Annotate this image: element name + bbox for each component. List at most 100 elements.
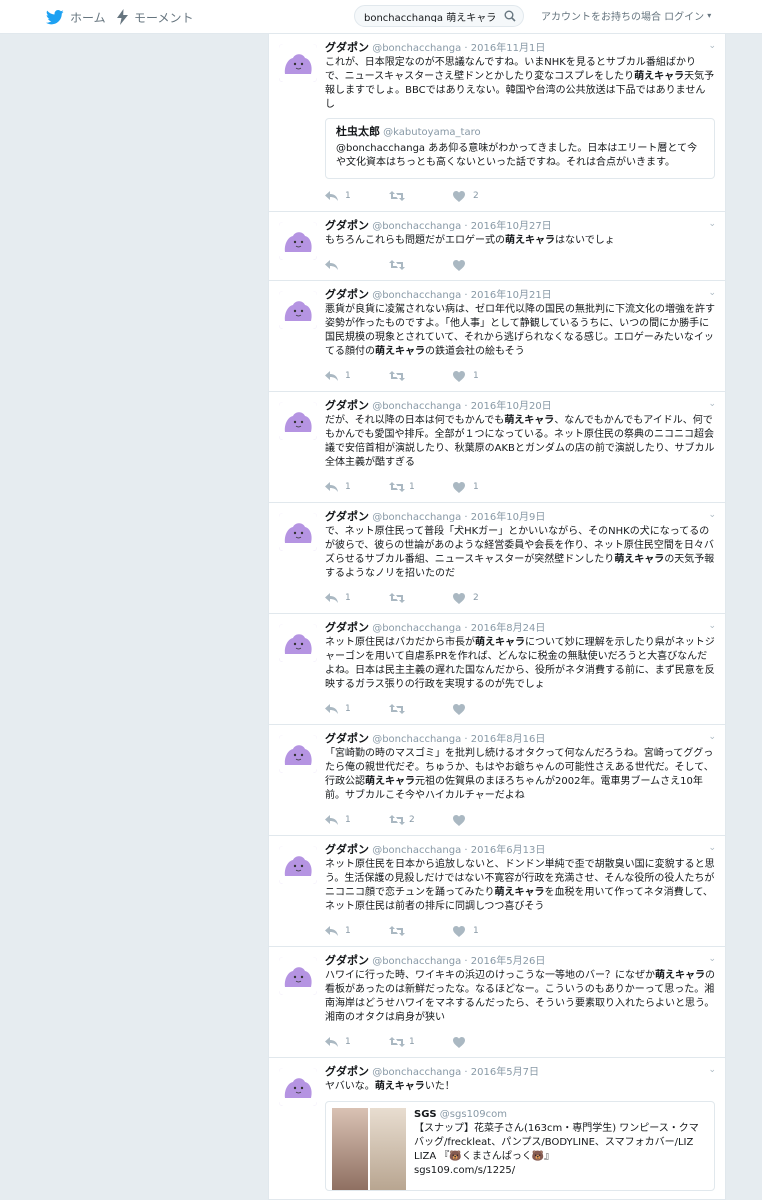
avatar[interactable] <box>279 957 317 995</box>
tweet[interactable]: ⌄ グダポン @bonchacchanga · 2016年5月26日 ハワイに行った… <box>269 947 725 1058</box>
like-button[interactable]: 2 <box>453 592 517 604</box>
avatar[interactable] <box>279 624 317 662</box>
like-button[interactable] <box>453 259 517 271</box>
twitter-bird-icon <box>46 9 64 25</box>
tweet-date[interactable]: 2016年8月24日 <box>471 623 546 634</box>
link-card[interactable]: SGS @sgs109com 【スナップ】花菜子さん(163cm・専門学生) ワン… <box>325 1101 715 1191</box>
avatar[interactable] <box>279 1068 317 1106</box>
author-name[interactable]: グダポン <box>325 1065 369 1078</box>
search-icon[interactable] <box>504 10 516 22</box>
card-author-name: SGS <box>414 1109 437 1120</box>
author-handle[interactable]: @bonchacchanga <box>372 290 461 301</box>
author-name[interactable]: グダポン <box>325 843 369 856</box>
chevron-down-icon[interactable]: ⌄ <box>708 219 716 229</box>
author-name[interactable]: グダポン <box>325 510 369 523</box>
chevron-down-icon[interactable]: ⌄ <box>708 1065 716 1075</box>
card-url[interactable]: sgs109.com/s/1225/ <box>414 1164 706 1178</box>
avatar[interactable] <box>279 513 317 551</box>
keyword-highlight: 萌えキャラ <box>505 235 555 246</box>
author-handle[interactable]: @bonchacchanga <box>372 43 461 54</box>
tweet[interactable]: ⌄ グダポン @bonchacchanga · 2016年6月13日 ネット原住民を… <box>269 836 725 947</box>
search-input[interactable] <box>364 10 504 22</box>
retweet-button[interactable] <box>389 926 453 936</box>
author-handle[interactable]: @bonchacchanga <box>372 512 461 523</box>
reply-button[interactable]: 1 <box>325 593 389 603</box>
reply-button[interactable]: 1 <box>325 482 389 492</box>
nav-home[interactable]: ホーム <box>46 0 106 34</box>
chevron-down-icon[interactable]: ⌄ <box>708 843 716 853</box>
reply-button[interactable]: 1 <box>325 704 389 714</box>
author-name[interactable]: グダポン <box>325 732 369 745</box>
tweet-date[interactable]: 2016年11月1日 <box>471 43 546 54</box>
avatar[interactable] <box>279 402 317 440</box>
author-handle[interactable]: @bonchacchanga <box>372 1067 461 1078</box>
retweet-button[interactable]: 2 <box>389 815 453 825</box>
login-link[interactable]: アカウントをお持ちの場合 ログイン ▾ <box>541 0 711 30</box>
tweet-date[interactable]: 2016年10月27日 <box>471 221 552 232</box>
avatar[interactable] <box>279 735 317 773</box>
author-name[interactable]: グダポン <box>325 621 369 634</box>
like-button[interactable]: 1 <box>453 481 517 493</box>
reply-button[interactable]: 1 <box>325 371 389 381</box>
nav-moments[interactable]: モーメント <box>117 0 194 34</box>
author-handle[interactable]: @bonchacchanga <box>372 401 461 412</box>
tweet[interactable]: ⌄ グダポン @bonchacchanga · 2016年8月16日 「宮崎勤の時の… <box>269 725 725 836</box>
author-name[interactable]: グダポン <box>325 288 369 301</box>
retweet-button[interactable] <box>389 191 453 201</box>
author-handle[interactable]: @bonchacchanga <box>372 221 461 232</box>
avatar[interactable] <box>279 222 317 260</box>
tweet-date[interactable]: 2016年8月16日 <box>471 734 546 745</box>
retweet-button[interactable]: 1 <box>389 482 453 492</box>
tweet[interactable]: ⌄ グダポン @bonchacchanga · 2016年10月9日 で、ネット原住… <box>269 503 725 614</box>
reply-button[interactable]: 1 <box>325 1037 389 1047</box>
chevron-down-icon[interactable]: ⌄ <box>708 621 716 631</box>
author-name[interactable]: グダポン <box>325 399 369 412</box>
like-button[interactable] <box>453 814 517 826</box>
chevron-down-icon[interactable]: ⌄ <box>708 732 716 742</box>
quoted-tweet[interactable]: 杜虫太郎 @kabutoyama_taro @bonchacchanga ああ仰る… <box>325 118 715 179</box>
author-handle[interactable]: @bonchacchanga <box>372 845 461 856</box>
retweet-button[interactable] <box>389 260 453 270</box>
tweet[interactable]: ⌄ グダポン @bonchacchanga · 2016年10月21日 悪貨が良貨に… <box>269 281 725 392</box>
tweet-date[interactable]: 2016年10月21日 <box>471 290 552 301</box>
author-name[interactable]: グダポン <box>325 954 369 967</box>
author-handle[interactable]: @bonchacchanga <box>372 623 461 634</box>
reply-button[interactable]: 1 <box>325 191 389 201</box>
tweet[interactable]: ⌄ グダポン @bonchacchanga · 2016年5月7日 ヤバいな。萌えキ… <box>269 1058 725 1200</box>
like-button[interactable]: 1 <box>453 925 517 937</box>
author-handle[interactable]: @bonchacchanga <box>372 734 461 745</box>
like-button[interactable]: 2 <box>453 190 517 202</box>
author-name[interactable]: グダポン <box>325 219 369 232</box>
retweet-button[interactable]: 1 <box>389 1037 453 1047</box>
reply-button[interactable] <box>325 260 389 270</box>
chevron-down-icon[interactable]: ⌄ <box>708 954 716 964</box>
avatar[interactable] <box>279 291 317 329</box>
tweet[interactable]: ⌄ グダポン @bonchacchanga · 2016年8月24日 ネット原住民は… <box>269 614 725 725</box>
reply-button[interactable]: 1 <box>325 926 389 936</box>
like-button[interactable] <box>453 1036 517 1048</box>
tweet[interactable]: ⌄ グダポン @bonchacchanga · 2016年11月1日 これが、日本限… <box>269 34 725 212</box>
tweet-date[interactable]: 2016年10月9日 <box>471 512 546 523</box>
chevron-down-icon[interactable]: ⌄ <box>708 399 716 409</box>
like-button[interactable] <box>453 703 517 715</box>
tweet-date[interactable]: 2016年10月20日 <box>471 401 552 412</box>
tweet[interactable]: ⌄ グダポン @bonchacchanga · 2016年10月27日 もちろんこれ… <box>269 212 725 281</box>
retweet-button[interactable] <box>389 704 453 714</box>
tweet-text: ハワイに行った時、ワイキキの浜辺のけっこうな一等地のバー？になぜか萌えキャラの看… <box>325 970 715 1023</box>
tweet[interactable]: ⌄ グダポン @bonchacchanga · 2016年10月20日 だが、それ以… <box>269 392 725 503</box>
nav-moments-label: モーメント <box>134 10 194 25</box>
reply-button[interactable]: 1 <box>325 815 389 825</box>
retweet-button[interactable] <box>389 371 453 381</box>
avatar[interactable] <box>279 44 317 82</box>
tweet-date[interactable]: 2016年6月13日 <box>471 845 546 856</box>
like-button[interactable]: 1 <box>453 370 517 382</box>
chevron-down-icon[interactable]: ⌄ <box>708 288 716 298</box>
author-name[interactable]: グダポン <box>325 41 369 54</box>
author-handle[interactable]: @bonchacchanga <box>372 956 461 967</box>
chevron-down-icon[interactable]: ⌄ <box>708 41 716 51</box>
avatar[interactable] <box>279 846 317 884</box>
tweet-date[interactable]: 2016年5月26日 <box>471 956 546 967</box>
chevron-down-icon[interactable]: ⌄ <box>708 510 716 520</box>
retweet-button[interactable] <box>389 593 453 603</box>
tweet-date[interactable]: 2016年5月7日 <box>471 1067 539 1078</box>
